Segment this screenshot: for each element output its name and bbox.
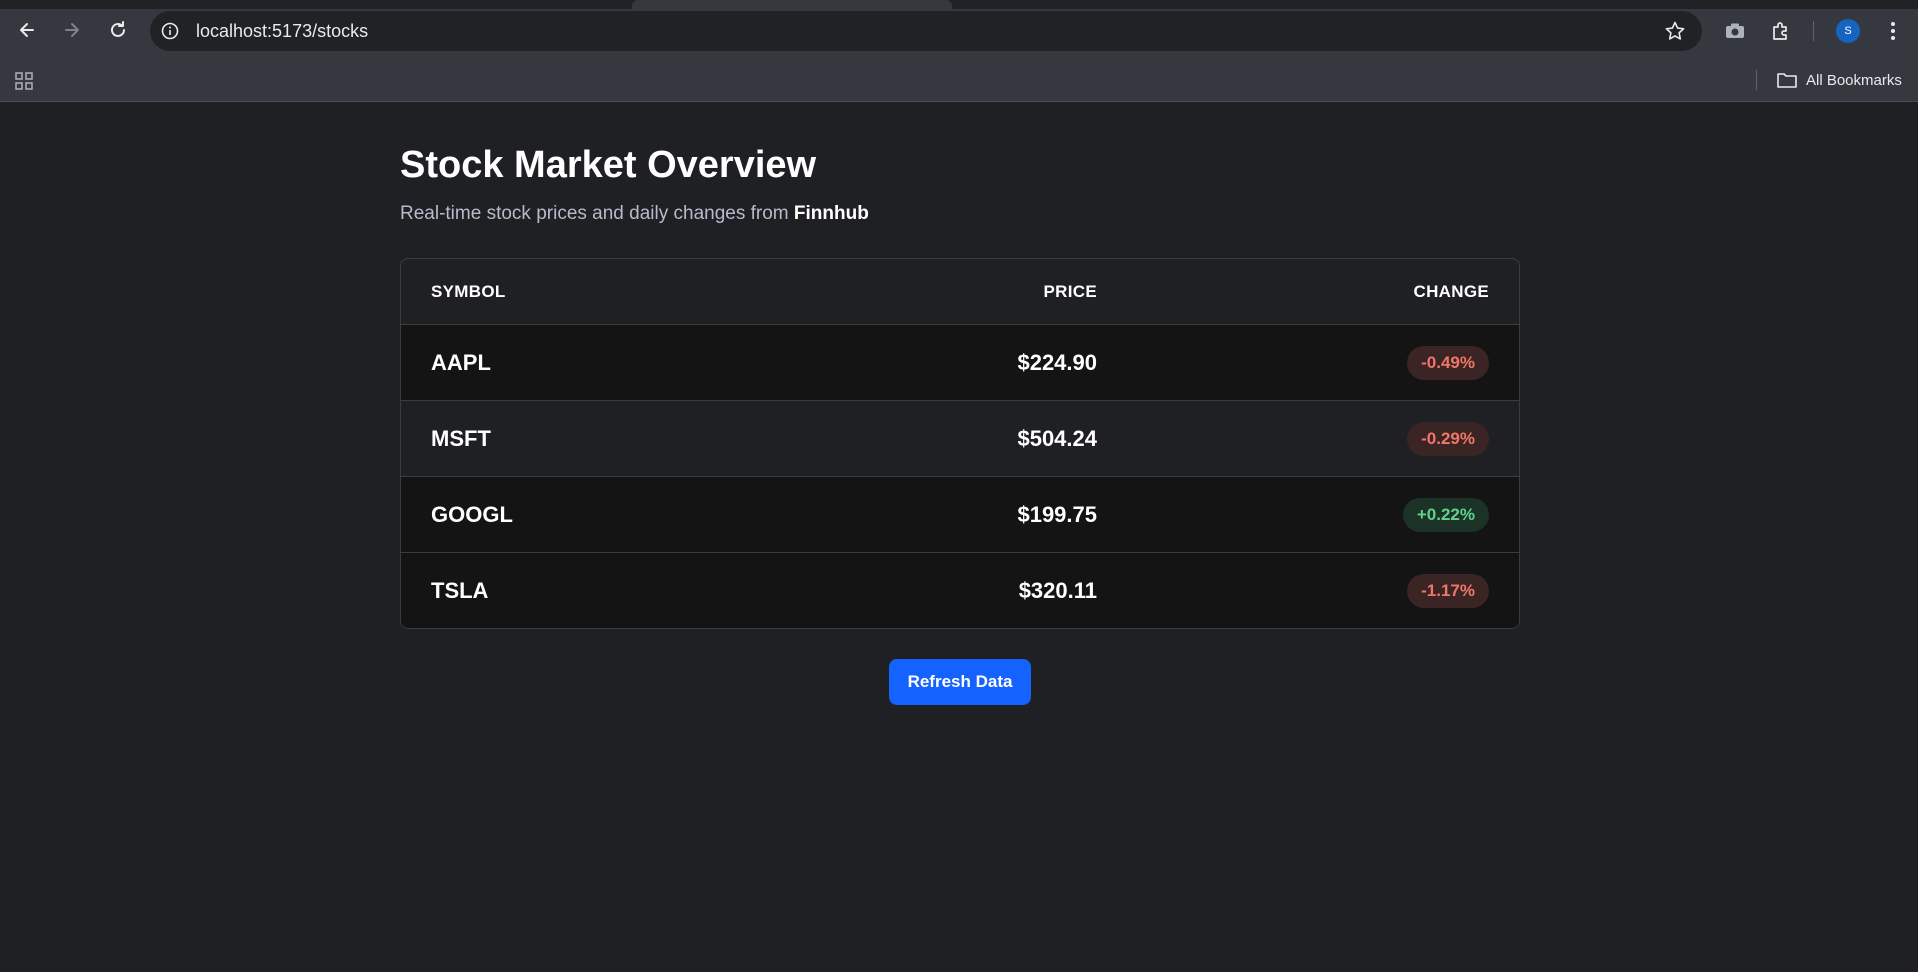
extensions-icon[interactable]: [1768, 18, 1794, 44]
avatar[interactable]: S: [1836, 19, 1860, 43]
refresh-data-button[interactable]: Refresh Data: [889, 659, 1031, 705]
table-row: AAPL $224.90 -0.49%: [401, 325, 1519, 401]
forward-icon[interactable]: [57, 15, 87, 45]
table-row: TSLA $320.11 -1.17%: [401, 553, 1519, 628]
table-row: MSFT $504.24 -0.29%: [401, 401, 1519, 477]
stock-price: $199.75: [1017, 501, 1097, 527]
stock-price: $320.11: [1018, 578, 1097, 603]
table-row: GOOGL $199.75 +0.22%: [401, 477, 1519, 553]
change-badge: -0.49%: [1407, 345, 1489, 380]
active-tab-edge[interactable]: [632, 0, 952, 9]
column-header-price: PRICE: [1043, 281, 1097, 301]
stock-symbol: AAPL: [431, 349, 491, 375]
reload-icon[interactable]: [103, 15, 133, 45]
bookmarks-divider: [1756, 70, 1757, 90]
tab-strip: [0, 0, 1918, 9]
change-badge: +0.22%: [1402, 497, 1489, 532]
stock-symbol: GOOGL: [431, 501, 513, 527]
bookmarks-bar: All Bookmarks: [0, 62, 1918, 102]
back-icon[interactable]: [12, 15, 42, 45]
stocks-table: SYMBOL PRICE CHANGE AAPL $224.90 -0.49% …: [400, 258, 1520, 629]
subtitle-source: Finnhub: [793, 203, 869, 224]
apps-grid-icon[interactable]: [13, 70, 35, 92]
folder-icon: [1777, 73, 1797, 88]
page-title: Stock Market Overview: [400, 144, 817, 186]
subtitle-text: Real-time stock prices and daily changes…: [400, 203, 789, 224]
url-text[interactable]: localhost:5173/stocks: [196, 21, 368, 41]
star-icon[interactable]: [1664, 20, 1686, 42]
stock-symbol: TSLA: [431, 578, 489, 603]
info-icon[interactable]: [160, 21, 180, 41]
all-bookmarks-button[interactable]: All Bookmarks: [1776, 68, 1902, 92]
address-bar[interactable]: localhost:5173/stocks: [150, 11, 1702, 51]
browser-toolbar: localhost:5173/stocks S: [0, 0, 1918, 62]
page-subtitle: Real-time stock prices and daily changes…: [400, 203, 869, 225]
column-header-symbol: SYMBOL: [431, 281, 506, 301]
stock-symbol: MSFT: [431, 425, 491, 451]
column-header-change: CHANGE: [1413, 281, 1489, 301]
camera-icon[interactable]: [1722, 18, 1748, 44]
stock-price: $224.90: [1017, 349, 1097, 375]
all-bookmarks-label: All Bookmarks: [1806, 71, 1902, 89]
toolbar-divider: [1813, 21, 1814, 41]
stock-price: $504.24: [1017, 425, 1097, 451]
change-badge: -0.29%: [1407, 421, 1489, 456]
table-header: SYMBOL PRICE CHANGE: [401, 259, 1519, 325]
change-badge: -1.17%: [1407, 574, 1489, 608]
menu-icon[interactable]: [1880, 18, 1906, 44]
